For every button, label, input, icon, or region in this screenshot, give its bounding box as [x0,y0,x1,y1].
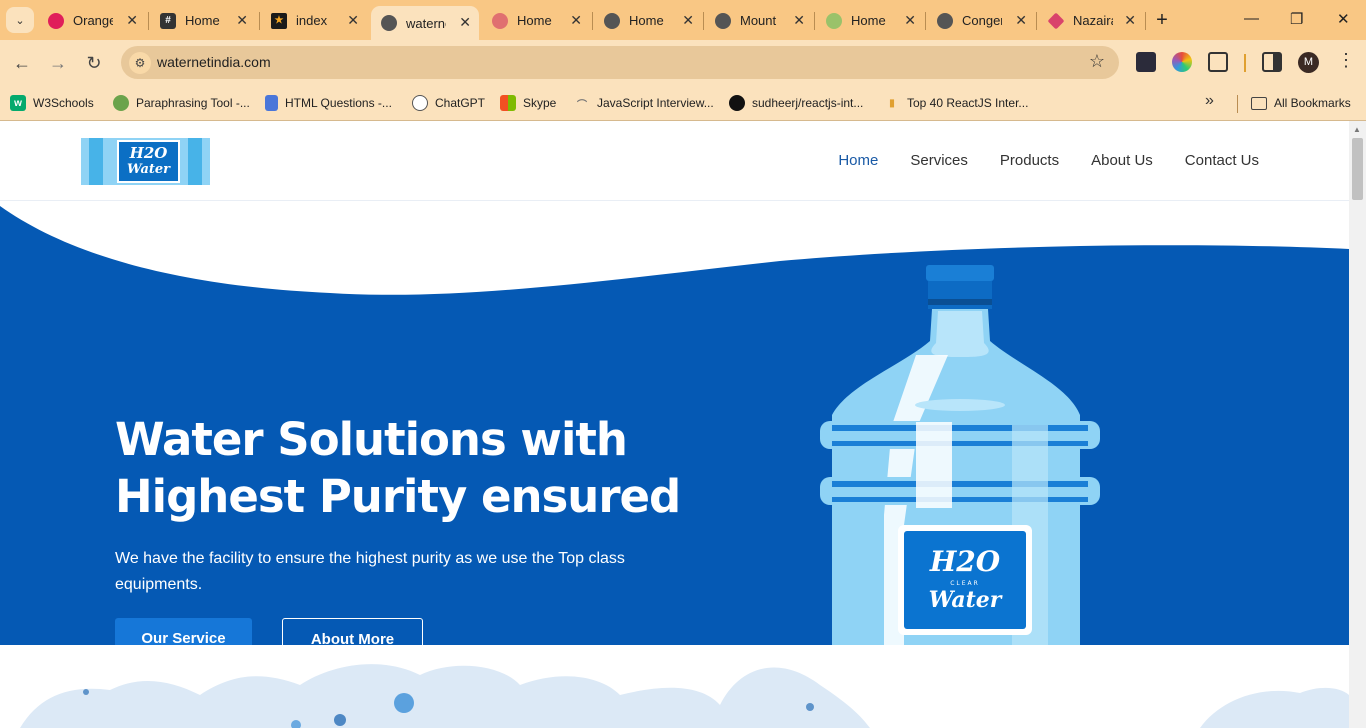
close-icon[interactable]: ✕ [126,12,138,29]
minimize-icon[interactable]: — [1244,10,1259,27]
chevron-down-icon: ⌄ [15,14,25,27]
chatgpt-icon [412,95,428,111]
hero-title: Water Solutions with Highest Purity ensu… [115,413,681,523]
back-arrow-icon[interactable]: ← [10,51,34,75]
main-nav: Home Services Products About Us Contact … [838,152,1259,169]
bookmarks-bar: w W3Schools Paraphrasing Tool -... HTML Q… [0,86,1366,121]
slack-icon [48,12,64,29]
folder-icon [1251,96,1267,110]
bookmark-item[interactable]: ChatGPT [412,93,485,113]
doc-icon [265,95,278,111]
site-info-icon[interactable]: ⚙ [129,52,151,74]
bookmark-item[interactable]: ▮ Top 40 ReactJS Inter... [884,93,1028,113]
nav-products[interactable]: Products [1000,152,1059,169]
new-tab-button[interactable]: + [1151,9,1173,31]
restore-icon[interactable]: ❐ [1290,10,1303,28]
bookmark-item[interactable]: ⌒ JavaScript Interview... [574,93,714,113]
bookmark-item[interactable]: sudheerj/reactjs-int... [729,93,863,113]
tab-6[interactable]: Mount ✕ [705,7,813,34]
nav-contact-us[interactable]: Contact Us [1185,152,1259,169]
bookmark-item[interactable]: w W3Schools [10,93,94,113]
tab-0[interactable]: Orange ✕ [38,7,146,34]
globe-icon [604,12,620,29]
windows-icon [500,95,516,111]
tab-bar: ⌄ Orange ✕ # Home ✕ ★ index ✕ waterne ✕ … [0,0,1366,40]
tab-search-button[interactable]: ⌄ [6,7,34,33]
close-icon[interactable]: ✕ [236,12,248,29]
logo-text: Water [126,162,171,177]
close-icon[interactable]: ✕ [682,12,694,29]
chevron-right-icon[interactable]: » [1205,92,1214,110]
menu-icon[interactable]: ⋮ [1337,50,1355,71]
avatar[interactable]: M [1298,52,1319,73]
browser-chrome: ⌄ Orange ✕ # Home ✕ ★ index ✕ waterne ✕ … [0,0,1366,121]
page-scrollbar[interactable]: ▲ [1349,121,1366,728]
diamond-icon [1047,12,1065,29]
browser-toolbar: ← → ↻ ⚙ waternetindia.com ☆ M ⋮ [0,40,1366,86]
side-panel-icon[interactable] [1262,52,1282,72]
leaf-icon [826,12,842,29]
robot-icon [113,95,129,111]
tab-8[interactable]: Conger ✕ [927,7,1035,34]
tab-5[interactable]: Home ✕ [594,7,702,34]
all-bookmarks[interactable]: All Bookmarks [1251,93,1351,113]
window-close-icon[interactable]: ✕ [1337,10,1350,28]
about-more-button[interactable]: About More [282,618,423,645]
bottle-label-clear: CLEAR [950,580,980,587]
nav-home[interactable]: Home [838,152,878,169]
page-viewport: H2O Water Home Services Products About U… [0,121,1349,728]
w3schools-icon: w [10,95,26,111]
forward-arrow-icon[interactable]: → [46,51,70,75]
site-logo[interactable]: H2O Water [81,138,210,185]
address-bar[interactable]: ⚙ waternetindia.com ☆ [121,46,1119,79]
nav-about-us[interactable]: About Us [1091,152,1153,169]
close-icon[interactable]: ✕ [793,12,805,29]
scroll-up-arrow-icon[interactable]: ▲ [1353,125,1361,134]
bookmark-item[interactable]: Paraphrasing Tool -... [113,93,250,113]
bookmark-star-icon[interactable]: ☆ [1089,51,1105,72]
github-icon [729,95,745,111]
close-icon[interactable]: ✕ [570,12,582,29]
tab-4[interactable]: Home ✕ [482,7,590,34]
close-icon[interactable]: ✕ [347,12,359,29]
hero-section: Water Solutions with Highest Purity ensu… [0,201,1349,645]
tab-2[interactable]: ★ index ✕ [261,7,367,34]
bottle-label-water: Water [929,587,1003,613]
close-icon[interactable]: ✕ [1015,12,1027,29]
globe-icon [381,15,397,31]
close-icon[interactable]: ✕ [904,12,916,29]
scroll-thumb[interactable] [1352,138,1363,200]
tab-1[interactable]: # Home ✕ [150,7,256,34]
nav-services[interactable]: Services [910,152,968,169]
star-icon: ★ [271,12,287,29]
bookmark-item[interactable]: Skype [500,93,556,113]
logo-text: H2O [129,144,168,162]
grid-icon: # [160,12,176,29]
tab-9[interactable]: Nazaira ✕ [1038,7,1144,34]
close-icon[interactable]: ✕ [459,14,471,31]
tab-7[interactable]: Home ✕ [816,7,924,34]
puzzle-icon[interactable] [1208,52,1228,72]
bridge-icon: ⌒ [577,99,587,111]
our-service-button[interactable]: Our Service [115,618,252,645]
hero-wave-shape [0,201,1349,295]
hero-subtitle: We have the facility to ensure the highe… [115,550,625,593]
reload-icon[interactable]: ↻ [82,51,106,75]
splash-section [0,645,1349,728]
bookmark-item[interactable]: HTML Questions -... [265,93,392,113]
water-splash-image [20,664,1349,728]
color-picker-icon[interactable] [1172,52,1192,72]
tent-icon [492,12,508,29]
water-bottle-image: H2O CLEAR Water [820,265,1100,645]
site-header: H2O Water Home Services Products About U… [0,121,1349,201]
bottle-label-h2o: H2O [929,545,1001,578]
globe-icon [715,12,731,29]
url-text[interactable]: waternetindia.com [157,54,271,70]
globe-icon [937,12,953,29]
tab-3-active[interactable]: waterne ✕ [371,6,479,40]
extension-icon[interactable] [1136,52,1156,72]
bookmark-icon: ▮ [889,97,895,109]
close-icon[interactable]: ✕ [1124,12,1136,29]
